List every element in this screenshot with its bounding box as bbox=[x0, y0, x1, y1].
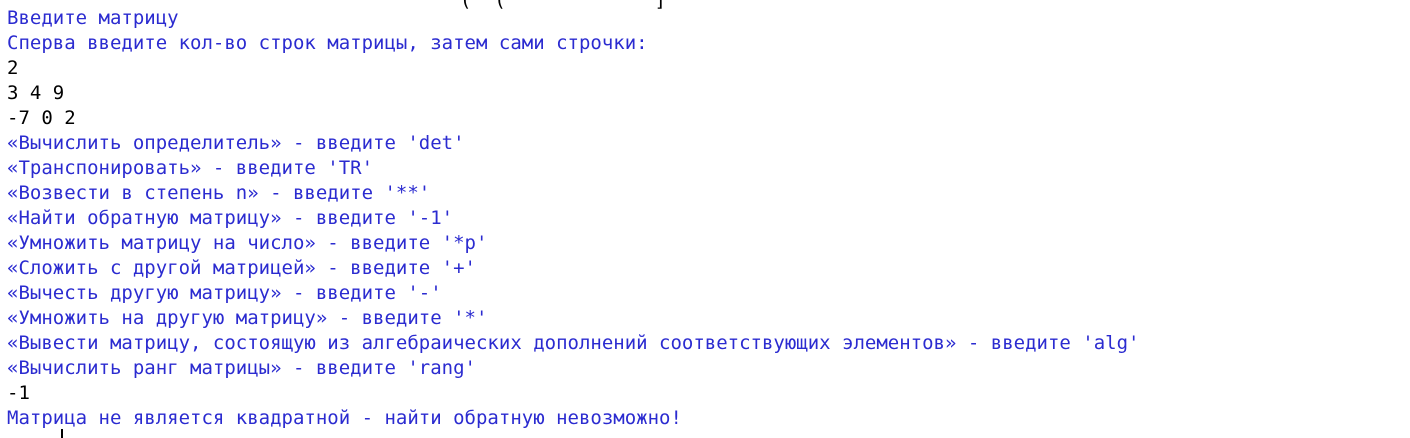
console-line-menu-alg: «Вывести матрицу, состоящую из алгебраич… bbox=[7, 332, 1140, 354]
console-line-menu-multiply: «Умножить на другую матрицу» - введите '… bbox=[7, 307, 488, 329]
console-line-menu-inverse: «Найти обратную матрицу» - введите '-1' bbox=[7, 207, 454, 229]
console-line-menu-pow: «Возвести в степень n» - введите '**' bbox=[7, 182, 431, 204]
console-line-prompt-title: Введите матрицу bbox=[7, 7, 179, 29]
console-line-result-error: Матрица не является квадратной - найти о… bbox=[7, 407, 682, 429]
console-line-input-command: -1 bbox=[7, 382, 30, 404]
console-line-input-row2: -7 0 2 bbox=[7, 107, 76, 129]
console-line-menu-scalar: «Умножить матрицу на число» - введите '*… bbox=[7, 232, 488, 254]
console-output[interactable]: ( ( ] Введите матрицу Сперва введите кол… bbox=[0, 0, 1410, 438]
console-line-menu-rank: «Вычислить ранг матрицы» - введите 'rang… bbox=[7, 357, 476, 379]
clipped-top-line: ( ( ] bbox=[460, 0, 666, 11]
console-line-input-row1: 3 4 9 bbox=[7, 82, 65, 104]
text-caret[interactable] bbox=[61, 429, 63, 438]
console-line-menu-add: «Сложить с другой матрицей» - введите '+… bbox=[7, 257, 476, 279]
console-line-prompt-rows: Сперва введите кол-во строк матрицы, зат… bbox=[7, 32, 648, 54]
console-line-menu-tr: «Транспонировать» - введите 'TR' bbox=[7, 157, 374, 179]
console-line-menu-det: «Вычислить определитель» - введите 'det' bbox=[7, 132, 465, 154]
console-line-menu-subtract: «Вычесть другую матрицу» - введите '-' bbox=[7, 282, 442, 304]
console-line-input-count: 2 bbox=[7, 57, 19, 79]
